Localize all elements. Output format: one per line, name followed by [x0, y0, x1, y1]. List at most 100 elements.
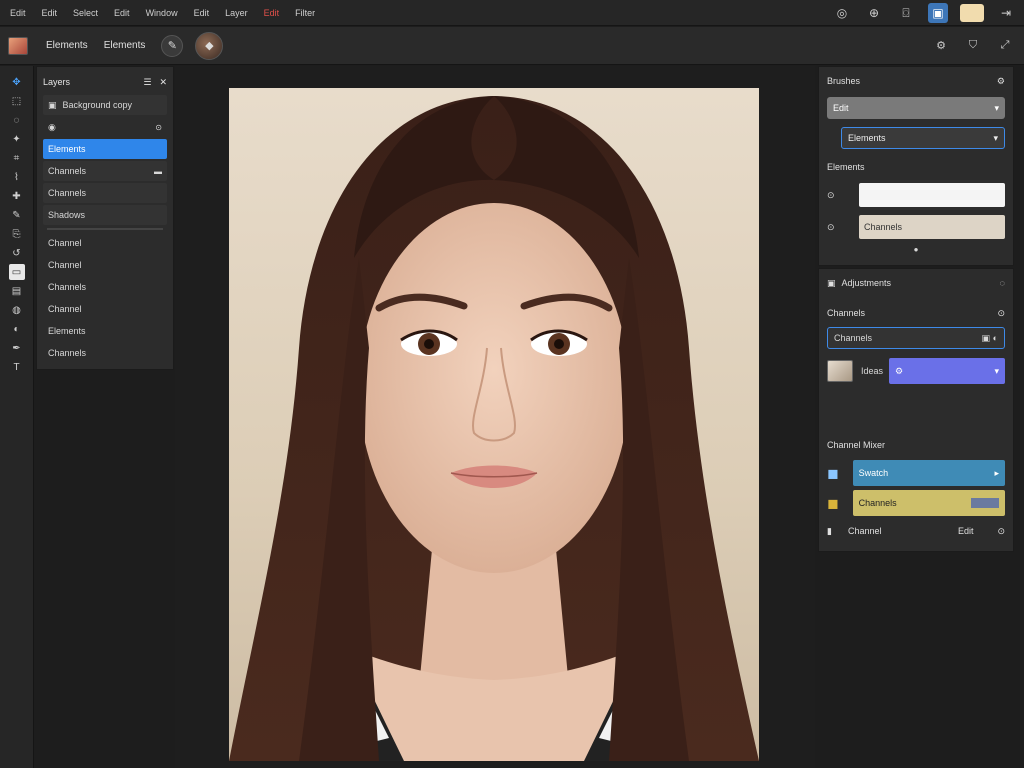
section-title: Channel Mixer — [827, 440, 886, 450]
camera-icon[interactable]: ⌼ — [896, 3, 916, 23]
heal-tool-icon[interactable]: ✚ — [9, 188, 25, 204]
folder-icon: ▣ — [827, 277, 836, 288]
mode-dropdown[interactable]: Elements ▾ — [841, 127, 1005, 149]
channels-dropdown[interactable]: Channels ▣ ◐ — [827, 327, 1005, 349]
layer-row[interactable]: Channels — [43, 343, 167, 363]
options-bar: Elements Elements ✎ ◆ ⚙ ⛉ ⤢ — [0, 27, 1024, 65]
layer-row[interactable]: Channel — [43, 299, 167, 319]
adjustment-label: Ideas — [861, 366, 884, 376]
history-brush-icon[interactable]: ↺ — [9, 245, 25, 261]
pen-tool-icon[interactable]: ✒ — [9, 340, 25, 356]
expand-icon[interactable]: ⤢ — [996, 36, 1014, 54]
layer-row[interactable]: Elements — [43, 321, 167, 341]
chevron-down-icon: ▾ — [994, 102, 999, 113]
menu-filter[interactable]: Filter — [295, 8, 315, 18]
optbar-right: ⚙ ⛉ ⤢ — [932, 36, 1014, 54]
layer-label: Channels — [48, 348, 87, 358]
gear-icon: ⚙ — [895, 365, 904, 376]
lasso-tool-icon[interactable]: ◌ — [9, 112, 25, 128]
layers-panel-header: Layers ☰ ✕ — [43, 71, 167, 93]
layer-label: Channels — [48, 188, 87, 198]
layer-row[interactable]: Shadows — [43, 205, 167, 225]
menu-select[interactable]: Select — [73, 8, 98, 18]
eye-icon[interactable]: ◉ — [48, 122, 56, 133]
type-tool-icon[interactable]: T — [9, 359, 25, 375]
properties-panel-header: Brushes ⚙ — [827, 73, 1005, 89]
layer-row[interactable]: Channels — [43, 277, 167, 297]
crosshair-icon[interactable]: ⊕ — [864, 3, 884, 23]
brush-icon[interactable]: ✎ — [161, 34, 184, 57]
layer-label: Background copy — [62, 100, 133, 110]
panel-menu-icon[interactable]: ☰ — [143, 77, 151, 88]
stamp-tool-icon[interactable]: ⎘ — [9, 226, 25, 242]
crop-tool-icon[interactable]: ⌗ — [9, 150, 25, 166]
adjustments-panel-header: ▣ Adjustments ◌ — [827, 275, 1005, 291]
info-icon[interactable]: ⊙ — [997, 308, 1005, 319]
footer-label-2: Edit — [957, 526, 974, 536]
lock-icon[interactable]: ⊙ — [155, 123, 162, 132]
dodge-tool-icon[interactable]: ◐ — [9, 321, 25, 337]
gold-swatch-button[interactable]: Channels — [852, 490, 1005, 516]
swatch-row-gold: ◼ Channels — [827, 490, 1005, 516]
canvas-area[interactable] — [175, 66, 815, 768]
color-picker-button[interactable]: ◆ — [195, 31, 224, 60]
target-icon[interactable]: ◎ — [832, 3, 852, 23]
layer-label: Channel — [48, 260, 82, 270]
eraser-tool-icon[interactable]: ▭ — [8, 264, 25, 280]
preset-dropdown[interactable]: Edit ▾ — [827, 97, 1005, 119]
value-input-1[interactable] — [859, 183, 1005, 207]
menu-window[interactable]: Window — [146, 8, 178, 18]
more-icon[interactable]: ● — [827, 245, 1005, 254]
blur-tool-icon[interactable]: ◍ — [9, 302, 25, 318]
layer-label: Shadows — [48, 210, 86, 220]
menu-type[interactable]: Edit — [194, 8, 210, 18]
gear-icon[interactable]: ⚙ — [997, 76, 1005, 87]
teal-swatch-button[interactable]: Swatch ▸ — [852, 460, 1005, 486]
shield-icon[interactable]: ⛉ — [964, 36, 982, 54]
gradient-tool-icon[interactable]: ▤ — [9, 283, 25, 299]
section-title: Channels — [827, 308, 866, 318]
menu-file[interactable]: Edit — [10, 8, 26, 18]
dropdown-value: Elements — [848, 133, 886, 143]
chevron-right-icon: ▸ — [994, 467, 999, 478]
thumbnail-swatch[interactable] — [827, 360, 853, 382]
more-icon[interactable]: ⊙ — [997, 526, 1005, 537]
tool-name: Elements — [46, 40, 88, 51]
adjustment-button[interactable]: ⚙ ▾ — [889, 358, 1005, 384]
portrait-photo[interactable] — [229, 88, 759, 761]
slider-bar[interactable] — [971, 498, 999, 508]
adjustment-row: Ideas ⚙ ▾ — [827, 358, 1005, 384]
move-tool-icon[interactable]: ✥ — [9, 74, 25, 90]
layer-row[interactable]: Channels — [43, 183, 167, 203]
layer-row[interactable]: Channel — [43, 255, 167, 275]
magic-wand-icon[interactable]: ✦ — [9, 131, 25, 147]
collapse-icon[interactable]: ◌ — [1000, 278, 1005, 288]
menu-image[interactable]: Edit — [114, 8, 130, 18]
value-input-2[interactable]: Channels — [859, 215, 1005, 239]
panel-title: Adjustments — [841, 278, 892, 288]
layer-row-background-copy[interactable]: ▣ Background copy — [43, 95, 167, 115]
brush-tool-icon[interactable]: ✎ — [9, 207, 25, 223]
eyedropper-icon[interactable]: ⌇ — [9, 169, 25, 185]
field-row-1: ⊙ — [827, 183, 1005, 207]
tool-preset-swatch[interactable] — [8, 36, 28, 55]
tool-strip: ✥ ⬚ ◌ ✦ ⌗ ⌇ ✚ ✎ ⎘ ↺ ▭ ▤ ◍ ◐ ✒ T — [0, 66, 34, 768]
color-swatch[interactable] — [960, 4, 984, 22]
settings-icon[interactable]: ⚙ — [932, 36, 950, 54]
marquee-tool-icon[interactable]: ⬚ — [9, 93, 25, 109]
menu-edit[interactable]: Edit — [42, 8, 58, 18]
layers-panel-title: Layers — [43, 77, 71, 87]
close-icon[interactable]: ✕ — [159, 77, 167, 88]
layer-row-selected[interactable]: Elements — [43, 139, 167, 159]
menu-edit-alert[interactable]: Edit — [264, 8, 280, 18]
layer-row-visibility[interactable]: ◉ ⊙ — [43, 117, 167, 137]
image-icon[interactable]: ▣ — [928, 3, 948, 23]
layer-row[interactable]: Channels ▬ — [43, 161, 167, 181]
link-icon[interactable]: ▬ — [154, 167, 162, 176]
trash-icon[interactable]: ▮ — [827, 526, 832, 537]
lock-icon: ⊙ — [827, 189, 835, 200]
share-icon[interactable]: ⇥ — [996, 3, 1016, 23]
sub-title-label: Elements — [827, 162, 865, 172]
menu-layer[interactable]: Layer — [225, 8, 248, 18]
layer-row[interactable]: Channel — [43, 233, 167, 253]
